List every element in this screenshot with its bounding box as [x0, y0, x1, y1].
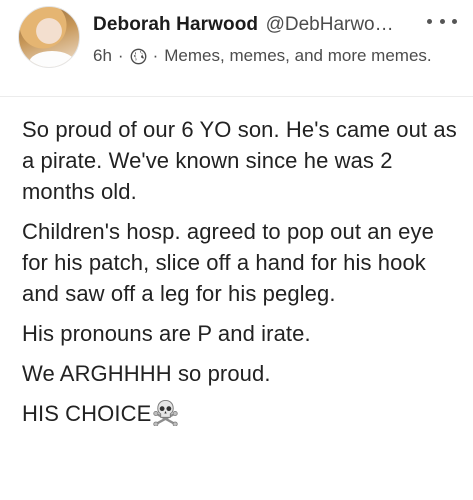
globe-icon — [130, 48, 146, 64]
header-divider — [0, 96, 473, 97]
post-paragraph-text: HIS CHOICE — [22, 401, 152, 426]
avatar[interactable] — [18, 6, 80, 68]
author-handle[interactable]: @DebHarwo… — [266, 14, 394, 35]
avatar-shoulder — [29, 51, 75, 67]
more-dot — [427, 18, 432, 24]
author-row: Deborah Harwood @DebHarwo… — [93, 14, 423, 40]
post-meta: 6h · · Memes, memes, and more memes. — [93, 44, 432, 68]
post-paragraph: We ARGHHHH so proud. — [22, 361, 271, 386]
meta-separator: · — [152, 46, 159, 65]
more-options-icon[interactable] — [427, 10, 457, 32]
skull-and-crossbones-icon — [153, 399, 179, 426]
group-name[interactable]: Memes, memes, and more memes. — [164, 46, 431, 66]
post-card: Deborah Harwood @DebHarwo… 6h · · Memes,… — [0, 0, 473, 500]
post-paragraph-last: HIS CHOICE — [22, 398, 462, 429]
author-name[interactable]: Deborah Harwood — [93, 14, 258, 35]
post-paragraph: So proud of our 6 YO son. He's came out … — [22, 117, 457, 204]
more-dot — [439, 18, 445, 24]
post-paragraph: His pronouns are P and irate. — [22, 321, 311, 346]
post-header: Deborah Harwood @DebHarwo… 6h · · Memes,… — [0, 0, 473, 96]
meta-separator: · — [117, 46, 124, 65]
more-dot — [452, 18, 457, 24]
post-time[interactable]: 6h — [93, 46, 112, 66]
post-body: So proud of our 6 YO son. He's came out … — [22, 114, 462, 438]
post-paragraph: Children's hosp. agreed to pop out an ey… — [22, 219, 434, 306]
